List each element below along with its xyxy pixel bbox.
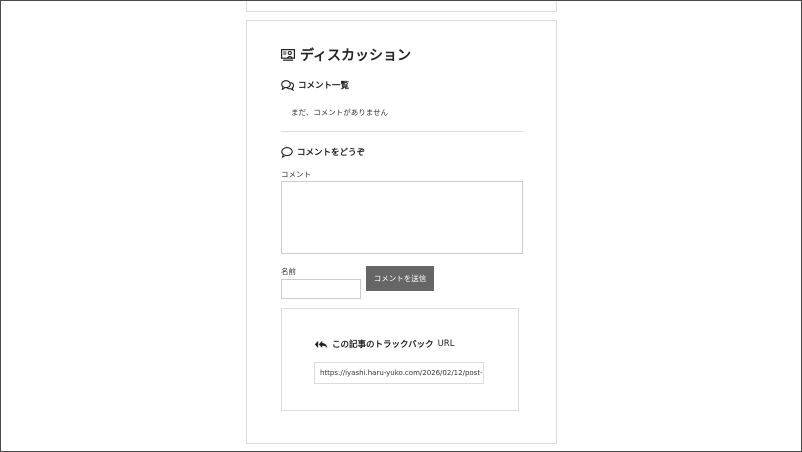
no-comments-message: まだ、コメントがありません bbox=[291, 108, 389, 117]
comment-list-heading: コメント一覧 bbox=[281, 79, 349, 91]
comments-icon bbox=[281, 79, 294, 91]
comment-form-heading: コメントをどうぞ bbox=[281, 146, 365, 158]
trackback-url-field[interactable]: https://iyashi.haru-yuko.com/2026/02/12/… bbox=[314, 362, 484, 384]
discussion-card: ディスカッション コメント一覧 まだ、コメントがありません コメントをどうぞ コ… bbox=[246, 20, 557, 444]
submit-comment-button[interactable]: コメントを送信 bbox=[366, 266, 434, 291]
comment-label: コメント bbox=[281, 170, 311, 179]
trackback-title: この記事のトラックバック bbox=[332, 340, 434, 350]
previous-card bbox=[246, 0, 557, 12]
trackback-box: この記事のトラックバック URL https://iyashi.haru-yuko… bbox=[281, 308, 519, 411]
section-divider bbox=[281, 131, 523, 132]
comment-textarea[interactable] bbox=[281, 181, 523, 254]
comment-bubble-icon bbox=[281, 146, 293, 158]
comment-list-title: コメント一覧 bbox=[298, 81, 350, 91]
reply-all-icon bbox=[314, 340, 328, 349]
page-title: ディスカッション bbox=[300, 48, 412, 64]
name-input[interactable] bbox=[281, 279, 361, 299]
comment-form-title: コメントをどうぞ bbox=[297, 148, 366, 158]
name-label: 名前 bbox=[281, 267, 296, 276]
discussion-heading: ディスカッション bbox=[281, 45, 411, 65]
trackback-heading: この記事のトラックバック URL bbox=[314, 338, 454, 350]
discussion-icon bbox=[281, 49, 295, 61]
trackback-title-url: URL bbox=[437, 339, 455, 349]
